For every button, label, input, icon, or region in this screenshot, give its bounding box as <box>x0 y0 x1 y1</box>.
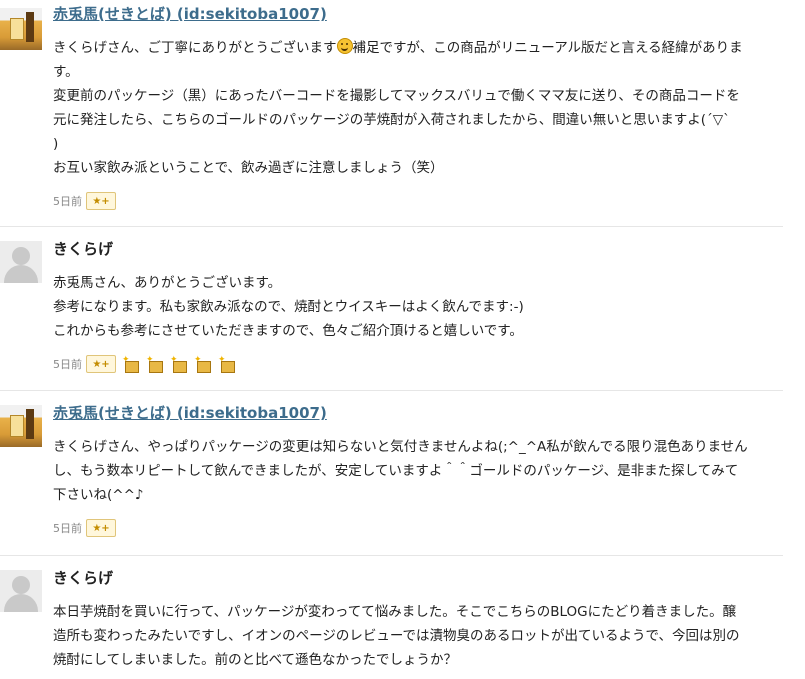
comment-meta: 5日前 ★+ ✦ ✦ ✦ ✦ ✦ <box>53 353 783 375</box>
user-avatar[interactable] <box>0 405 42 447</box>
comment-body: きくらげ 本日芋焼酎を買いに行って、パッケージが変わってて悩みました。そこでこち… <box>53 556 783 672</box>
author-link[interactable]: 赤兎馬(せきとば) (id:sekitoba1007) <box>53 4 327 24</box>
comment: 赤兎馬(せきとば) (id:sekitoba1007) きくらげさん、ご丁寧にあ… <box>0 0 783 227</box>
comment-text: きくらげさん、やっぱりパッケージの変更は知らないと気付きませんよね(;^_^A私… <box>53 439 748 503</box>
author-link[interactable]: 赤兎馬(せきとば) (id:sekitoba1007) <box>53 403 327 423</box>
comment-date: 5日前 <box>53 195 82 208</box>
comment: きくらげ 本日芋焼酎を買いに行って、パッケージが変わってて悩みました。そこでこち… <box>0 556 783 679</box>
add-star-button[interactable]: ★+ <box>86 192 116 210</box>
comment-body: 赤兎馬(せきとば) (id:sekitoba1007) きくらげさん、ご丁寧にあ… <box>53 0 783 212</box>
star-icon[interactable]: ✦ <box>146 356 164 373</box>
star-icon[interactable]: ✦ <box>194 356 212 373</box>
star-icon[interactable]: ✦ <box>122 356 140 373</box>
star-icon[interactable]: ✦ <box>218 356 236 373</box>
comment-date: 5日前 <box>53 358 82 371</box>
add-star-button[interactable]: ★+ <box>86 355 116 373</box>
comment-date: 5日前 <box>53 522 82 535</box>
comment-text: 本日芋焼酎を買いに行って、パッケージが変わってて悩みました。そこでこちらのBLO… <box>53 604 740 668</box>
author-name: きくらげ <box>53 569 114 587</box>
comment: 赤兎馬(せきとば) (id:sekitoba1007) きくらげさん、やっぱりパ… <box>0 391 783 556</box>
user-avatar[interactable] <box>0 8 42 50</box>
star-icon[interactable]: ✦ <box>170 356 188 373</box>
default-avatar[interactable] <box>0 241 42 283</box>
default-avatar[interactable] <box>0 570 42 612</box>
smile-emoji-icon <box>336 38 353 54</box>
add-star-button[interactable]: ★+ <box>86 519 116 537</box>
comment-meta: 5日前 ★+ <box>53 190 783 212</box>
comment-text: きくらげさん、ご丁寧にありがとうございます 補足ですが、この商品がリニューアル版だ… <box>53 38 743 176</box>
author-name: きくらげ <box>53 240 114 258</box>
comment-body: きくらげ 赤兎馬さん、ありがとうございます。 参考になります。私も家飲み派なので… <box>53 227 783 375</box>
comment-body: 赤兎馬(せきとば) (id:sekitoba1007) きくらげさん、やっぱりパ… <box>53 391 783 539</box>
comment: きくらげ 赤兎馬さん、ありがとうございます。 参考になります。私も家飲み派なので… <box>0 227 783 391</box>
comment-meta: 5日前 ★+ <box>53 517 783 539</box>
comment-text: 赤兎馬さん、ありがとうございます。 参考になります。私も家飲み派なので、焼酎とウ… <box>53 275 524 339</box>
